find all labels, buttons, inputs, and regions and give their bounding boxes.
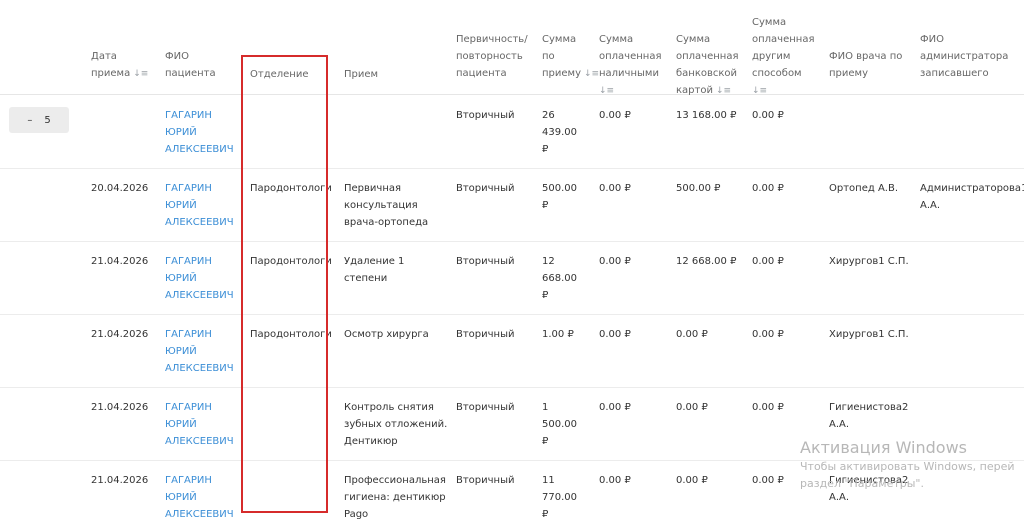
cell-patient-link[interactable]: ГАГАРИН ЮРИЙ АЛЕКСЕЕВИЧ	[165, 326, 234, 377]
cell-primary: Вторичный	[456, 402, 515, 413]
cell-patient-link[interactable]: ГАГАРИН ЮРИЙ АЛЕКСЕЕВИЧ	[165, 472, 234, 523]
cell-primary: Вторичный	[456, 256, 515, 267]
cell-sum: 11 770.00 ₽	[542, 475, 577, 520]
cell-date: 21.04.2026	[91, 475, 149, 486]
cell-other: 0.00 ₽	[752, 110, 784, 121]
cell-service: Первичная консультация врача-ортопеда	[344, 183, 429, 228]
table-row: 21.04.2026 ГАГАРИН ЮРИЙ АЛЕКСЕЕВИЧ Парод…	[0, 241, 1024, 315]
group-count: 5	[44, 114, 51, 126]
cell-primary: Вторичный	[456, 475, 515, 486]
table-row: 20.04.2026 ГАГАРИН ЮРИЙ АЛЕКСЕЕВИЧ Парод…	[0, 168, 1024, 242]
cell-date: 21.04.2026	[91, 256, 149, 267]
cell-doctor: Хирургов1 С.П.	[829, 329, 909, 340]
cell-sum: 1.00 ₽	[542, 329, 574, 340]
cell-doctor: Хирургов1 С.П.	[829, 256, 909, 267]
col-doctor-header[interactable]: ФИО врача по приему	[829, 48, 902, 82]
cell-date: 20.04.2026	[91, 183, 149, 194]
cell-service: Удаление 1 степени	[344, 256, 405, 284]
sort-icon[interactable]: ↓≡	[133, 69, 148, 79]
cell-doctor: Гигиенистова2 А.А.	[829, 402, 909, 430]
cell-department: Пародонтологи	[250, 256, 332, 267]
cell-card: 0.00 ₽	[676, 475, 708, 486]
col-primary-header[interactable]: Первичность/ повторность пациента	[456, 31, 528, 82]
cell-cash: 0.00 ₽	[599, 110, 631, 121]
cell-patient-link[interactable]: ГАГАРИН ЮРИЙ АЛЕКСЕЕВИЧ	[165, 107, 234, 158]
cell-other: 0.00 ₽	[752, 402, 784, 413]
group-row: – 5 ГАГАРИН ЮРИЙ АЛЕКСЕЕВИЧ Вторичный 26…	[0, 95, 1024, 169]
col-service-header[interactable]: Прием	[344, 66, 378, 83]
table-header: Дата приема ↓≡ ФИО пациента Отделение При…	[0, 0, 1024, 96]
cell-primary: Вторичный	[456, 329, 515, 340]
cell-cash: 0.00 ₽	[599, 402, 631, 413]
cell-other: 0.00 ₽	[752, 183, 784, 194]
cell-sum: 1 500.00 ₽	[542, 402, 577, 447]
table-row: 21.04.2026 ГАГАРИН ЮРИЙ АЛЕКСЕЕВИЧ Парод…	[0, 314, 1024, 388]
col-patient-header[interactable]: ФИО пациента	[165, 48, 216, 82]
cell-cash: 0.00 ₽	[599, 256, 631, 267]
cell-card: 13 168.00 ₽	[676, 110, 737, 121]
cell-patient-link[interactable]: ГАГАРИН ЮРИЙ АЛЕКСЕЕВИЧ	[165, 399, 234, 450]
cell-other: 0.00 ₽	[752, 329, 784, 340]
cell-sum: 12 668.00 ₽	[542, 256, 577, 301]
cell-admin: Администраторова1 А.А.	[920, 183, 1024, 211]
cell-department: Пародонтологи	[250, 183, 332, 194]
cell-cash: 0.00 ₽	[599, 329, 631, 340]
cell-service: Осмотр хирурга	[344, 329, 429, 340]
windows-activation-text: раздел "Параметры".	[800, 477, 924, 490]
windows-activation-title: Активация Windows	[800, 438, 967, 457]
cell-department: Пародонтологи	[250, 329, 332, 340]
cell-date: 21.04.2026	[91, 402, 149, 413]
cell-primary: Вторичный	[456, 110, 515, 121]
sort-icon[interactable]: ↓≡	[584, 69, 599, 79]
col-cash-header[interactable]: Сумма оплаченная наличными ↓≡	[599, 14, 661, 100]
cell-patient-link[interactable]: ГАГАРИН ЮРИЙ АЛЕКСЕЕВИЧ	[165, 180, 234, 231]
collapse-icon: –	[27, 114, 33, 126]
cell-other: 0.00 ₽	[752, 475, 784, 486]
col-admin-header[interactable]: ФИО администратора записавшего	[920, 31, 1008, 82]
col-card-header[interactable]: Сумма оплаченная банковской картой ↓≡	[676, 14, 738, 100]
group-toggle-button[interactable]: – 5	[9, 107, 69, 133]
cell-card: 0.00 ₽	[676, 402, 708, 413]
col-department-header[interactable]: Отделение	[250, 66, 309, 83]
windows-activation-text: Чтобы активировать Windows, перей	[800, 460, 1015, 473]
cell-patient-link[interactable]: ГАГАРИН ЮРИЙ АЛЕКСЕЕВИЧ	[165, 253, 234, 304]
cell-card: 500.00 ₽	[676, 183, 721, 194]
cell-primary: Вторичный	[456, 183, 515, 194]
cell-doctor: Ортопед А.В.	[829, 183, 899, 194]
cell-sum: 26 439.00 ₽	[542, 110, 577, 155]
cell-sum: 500.00 ₽	[542, 183, 577, 211]
cell-card: 0.00 ₽	[676, 329, 708, 340]
cell-cash: 0.00 ₽	[599, 183, 631, 194]
cell-card: 12 668.00 ₽	[676, 256, 737, 267]
col-sum-header[interactable]: Сумма по приему ↓≡	[542, 14, 599, 83]
cell-service: Контроль снятия зубных отложений. Дентик…	[344, 402, 448, 447]
cell-cash: 0.00 ₽	[599, 475, 631, 486]
cell-service: Профессиональная гигиена: дентикюр Pago	[344, 475, 446, 520]
cell-other: 0.00 ₽	[752, 256, 784, 267]
col-other-header[interactable]: Сумма оплаченная другим способом ↓≡	[752, 0, 814, 100]
col-date-header[interactable]: Дата приема ↓≡	[91, 48, 148, 83]
cell-date: 21.04.2026	[91, 329, 149, 340]
